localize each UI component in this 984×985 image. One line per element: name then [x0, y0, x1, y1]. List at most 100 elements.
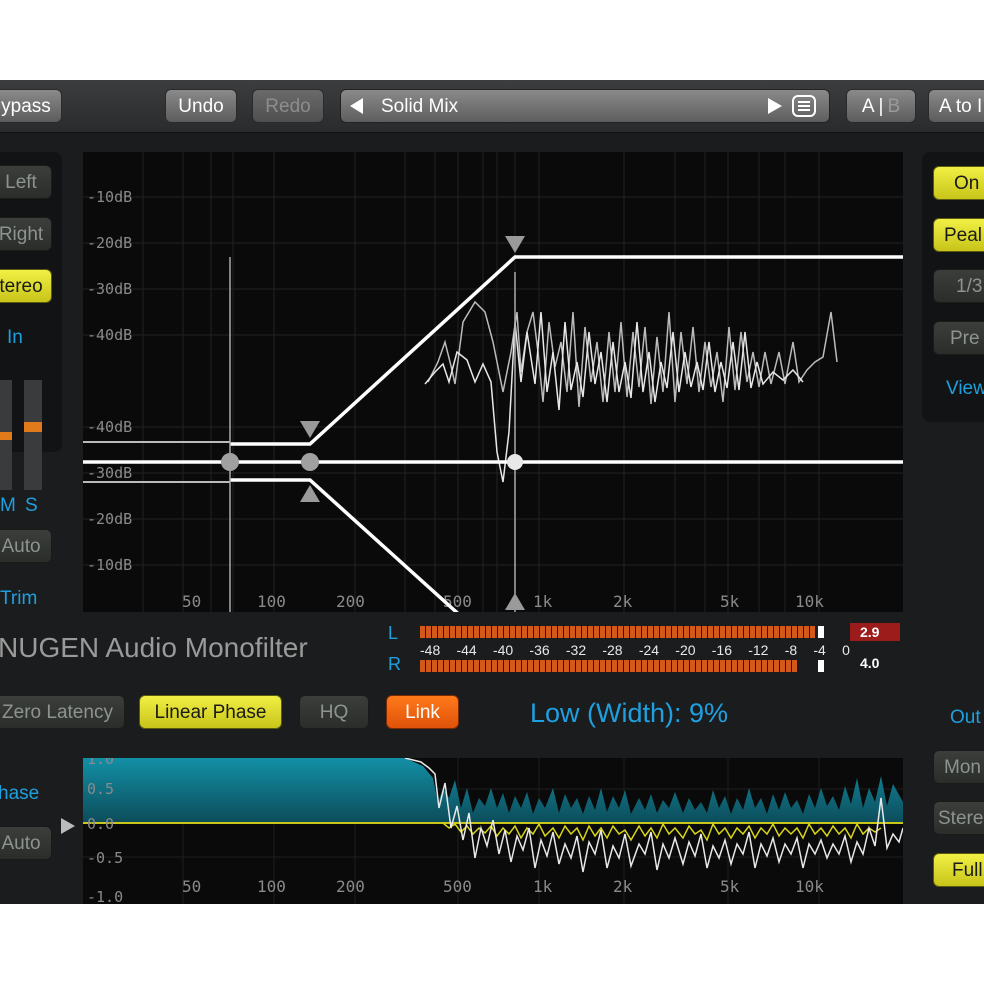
left-meter-label: L: [388, 623, 399, 643]
freq-tick-label: 5k: [720, 592, 740, 611]
low-freq-handle[interactable]: [221, 453, 239, 471]
meter-scale-label: -28: [602, 642, 623, 658]
phase-auto-button[interactable]: Auto: [0, 826, 52, 860]
right-level-meter: [420, 660, 798, 672]
peak-value-box[interactable]: 2.9: [850, 623, 900, 641]
meter-scale: -48 -44 -40 -36 -32 -28 -24 -20 -16 -12 …: [420, 642, 850, 658]
mono-output-button[interactable]: Mon: [933, 750, 984, 784]
filter-graph[interactable]: -10dB -20dB -30dB -40dB -40dB -30dB -20d…: [83, 152, 903, 612]
meter-scale-label: -20: [675, 642, 696, 658]
db-tick-label: -10dB: [87, 556, 132, 574]
bypass-button[interactable]: ypass: [0, 89, 62, 123]
meter-scale-label: -32: [565, 642, 587, 658]
spectrum-trace-right: [424, 311, 804, 483]
left-peak-indicator: [818, 626, 824, 638]
phase-freq-label: 10k: [795, 877, 824, 896]
brand-title: NUGEN Audio Monofilter: [0, 632, 308, 663]
width-status-text: Low (Width): 9%: [530, 698, 729, 728]
stereo-output-button[interactable]: Stere: [933, 801, 984, 835]
mid-label: M: [0, 495, 16, 516]
phase-frequency-labels: 50 100 200 500 1k 2k 5k 10k: [182, 877, 824, 896]
right-peak-indicator: [818, 660, 824, 672]
left-level-meter: [420, 626, 816, 638]
hq-button[interactable]: HQ: [299, 695, 369, 729]
left-channel-button[interactable]: Left: [0, 165, 52, 199]
meter-scale-label: -16: [711, 642, 732, 658]
analyzer-on-button[interactable]: On: [933, 166, 984, 200]
high-freq-handle[interactable]: [507, 454, 523, 470]
frequency-axis-labels: 50 100 200 500 1k 2k 5k 10k: [182, 592, 824, 611]
auto-trim-button[interactable]: Auto: [0, 529, 52, 563]
right-meter-label: R: [388, 654, 401, 674]
low-width-handle[interactable]: [301, 453, 319, 471]
pre-post-button[interactable]: Pre: [933, 321, 984, 355]
peak-value: 2.9: [860, 624, 880, 640]
previous-preset-icon[interactable]: [347, 96, 367, 116]
db-tick-label: -30dB: [87, 280, 132, 298]
preset-selector[interactable]: Solid Mix: [340, 89, 830, 123]
meter-scale-label: -36: [529, 642, 550, 658]
next-preset-icon[interactable]: [765, 96, 785, 116]
freq-tick-label: 200: [336, 592, 365, 611]
phase-marker-icon[interactable]: [59, 816, 77, 836]
redo-button[interactable]: Redo: [252, 89, 324, 123]
output-label: Out: [950, 707, 981, 728]
high-freq-top-arrow-icon[interactable]: [505, 236, 525, 253]
zero-latency-button[interactable]: Zero Latency: [0, 695, 125, 729]
input-label: In: [7, 327, 23, 348]
peak-button[interactable]: Peal: [933, 218, 984, 252]
graph-grid: [83, 152, 903, 612]
phase-freq-label: 50: [182, 877, 201, 896]
preset-name: Solid Mix: [381, 96, 459, 117]
preset-menu-icon[interactable]: [791, 94, 817, 118]
phase-correlation-graph: 1.0 0.5 0.0 -0.5 -1.0 50 100 200 500 1k …: [83, 758, 903, 904]
phase-tick-label: 0.5: [87, 780, 114, 798]
meter-scale-label: -24: [638, 642, 660, 658]
ab-b-label: B: [887, 95, 901, 117]
view-label: View: [946, 378, 984, 399]
phase-freq-label: 1k: [533, 877, 553, 896]
db-tick-label: -30dB: [87, 464, 132, 482]
side-label: S: [25, 495, 38, 516]
linear-phase-button[interactable]: Linear Phase: [139, 695, 282, 729]
spectrum-trace-left: [427, 300, 838, 408]
third-octave-button[interactable]: 1/3: [933, 269, 984, 303]
db-tick-label: -40dB: [87, 418, 132, 436]
freq-tick-label: 10k: [795, 592, 824, 611]
phase-tick-label: 1.0: [87, 758, 114, 768]
link-button[interactable]: Link: [386, 695, 459, 729]
undo-button[interactable]: Undo: [165, 89, 237, 123]
db-axis-labels: -10dB -20dB -30dB -40dB -40dB -30dB -20d…: [87, 188, 132, 574]
meter-scale-label: -8: [784, 642, 798, 658]
ab-separator: |: [878, 95, 884, 117]
meter-scale-label: -40: [492, 642, 514, 658]
phase-tick-label: 0.0: [87, 815, 114, 833]
db-tick-label: -20dB: [87, 234, 132, 252]
freq-tick-label: 50: [182, 592, 201, 611]
high-freq-bottom-arrow-icon[interactable]: [505, 593, 525, 610]
side-meter: [24, 380, 42, 490]
phase-freq-label: 200: [336, 877, 365, 896]
trim-label: Trim: [0, 588, 38, 609]
db-tick-label: -10dB: [87, 188, 132, 206]
meter-scale-label: -44: [456, 642, 477, 658]
meter-scale-label: -12: [748, 642, 769, 658]
right-channel-button[interactable]: Right: [0, 217, 52, 251]
meter-scale-label: -4: [813, 642, 826, 658]
phase-freq-label: 500: [443, 877, 472, 896]
ab-compare-button[interactable]: A | B: [846, 89, 916, 123]
db-tick-label: -20dB: [87, 510, 132, 528]
phase-fill: [83, 758, 903, 823]
phase-freq-label: 5k: [720, 877, 740, 896]
full-output-button[interactable]: Full: [933, 853, 984, 887]
yellow-correlation-trace: [442, 822, 882, 842]
freq-tick-label: 500: [443, 592, 472, 611]
freq-tick-label: 1k: [533, 592, 553, 611]
ab-a-label: A: [861, 95, 875, 117]
stereo-channel-button[interactable]: tereo: [0, 269, 52, 303]
a-to-b-button[interactable]: A to I: [928, 89, 984, 123]
right-channel-value: 4.0: [860, 655, 880, 671]
db-tick-label: -40dB: [87, 326, 132, 344]
phase-tick-label: -0.5: [87, 849, 123, 867]
phase-label: hase: [0, 783, 40, 804]
